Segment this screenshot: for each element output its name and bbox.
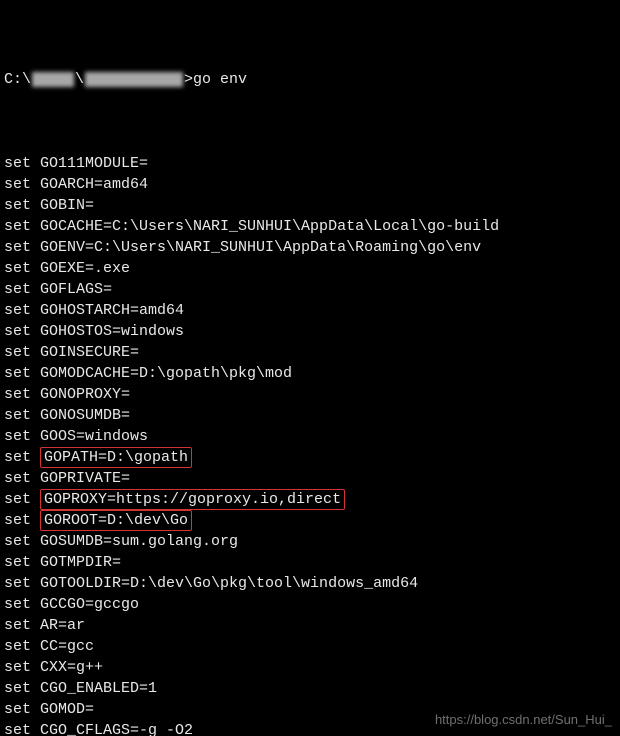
env-set-keyword: set: [4, 281, 40, 298]
env-var-value: GO111MODULE=: [40, 155, 148, 172]
env-var-value: GOINSECURE=: [40, 344, 139, 361]
env-set-keyword: set: [4, 722, 40, 736]
env-set-keyword: set: [4, 533, 40, 550]
env-set-keyword: set: [4, 386, 40, 403]
env-line: set GONOSUMDB=: [4, 405, 616, 426]
redacted-segment: [85, 72, 183, 87]
redacted-segment: [32, 72, 74, 87]
env-line: set GOEXE=.exe: [4, 258, 616, 279]
env-set-keyword: set: [4, 260, 40, 277]
env-var-value-highlighted: GOROOT=D:\dev\Go: [40, 510, 192, 531]
env-line: set CXX=g++: [4, 657, 616, 678]
env-line: set GOTOOLDIR=D:\dev\Go\pkg\tool\windows…: [4, 573, 616, 594]
env-line: set GOSUMDB=sum.golang.org: [4, 531, 616, 552]
env-set-keyword: set: [4, 701, 40, 718]
env-set-keyword: set: [4, 680, 40, 697]
env-set-keyword: set: [4, 344, 40, 361]
env-line: set GOPRIVATE=: [4, 468, 616, 489]
env-set-keyword: set: [4, 512, 40, 529]
env-set-keyword: set: [4, 638, 40, 655]
env-line: set GO111MODULE=: [4, 153, 616, 174]
env-var-value: GOBIN=: [40, 197, 94, 214]
env-line: set GOHOSTOS=windows: [4, 321, 616, 342]
env-line: set AR=ar: [4, 615, 616, 636]
env-line: set CC=gcc: [4, 636, 616, 657]
env-set-keyword: set: [4, 617, 40, 634]
env-set-keyword: set: [4, 155, 40, 172]
env-var-value: AR=ar: [40, 617, 85, 634]
prompt-line: C:\ \ >go env: [4, 69, 616, 90]
env-line: set GOMOD=: [4, 699, 616, 720]
env-output: set GO111MODULE=set GOARCH=amd64set GOBI…: [4, 153, 616, 736]
env-var-value-highlighted: GOPATH=D:\gopath: [40, 447, 192, 468]
env-line: set GOINSECURE=: [4, 342, 616, 363]
env-line: set CGO_ENABLED=1: [4, 678, 616, 699]
env-var-value: CGO_ENABLED=1: [40, 680, 157, 697]
env-var-value: GOOS=windows: [40, 428, 148, 445]
env-set-keyword: set: [4, 302, 40, 319]
env-var-value: GOARCH=amd64: [40, 176, 148, 193]
env-line: set GOMODCACHE=D:\gopath\pkg\mod: [4, 363, 616, 384]
env-line: set GOROOT=D:\dev\Go: [4, 510, 616, 531]
env-line: set GOFLAGS=: [4, 279, 616, 300]
env-line: set GOPATH=D:\gopath: [4, 447, 616, 468]
env-set-keyword: set: [4, 365, 40, 382]
env-line: set CGO_CFLAGS=-g -O2: [4, 720, 616, 736]
env-var-value: GOHOSTOS=windows: [40, 323, 184, 340]
env-var-value: CGO_CFLAGS=-g -O2: [40, 722, 193, 736]
env-var-value: GOTMPDIR=: [40, 554, 121, 571]
env-line: set GOBIN=: [4, 195, 616, 216]
env-var-value: CXX=g++: [40, 659, 103, 676]
env-set-keyword: set: [4, 176, 40, 193]
env-var-value: GOPRIVATE=: [40, 470, 130, 487]
env-set-keyword: set: [4, 197, 40, 214]
env-var-value: GONOPROXY=: [40, 386, 130, 403]
env-line: set GOTMPDIR=: [4, 552, 616, 573]
env-set-keyword: set: [4, 323, 40, 340]
env-line: set GOOS=windows: [4, 426, 616, 447]
env-line: set GOPROXY=https://goproxy.io,direct: [4, 489, 616, 510]
prompt-prefix: C:\: [4, 69, 31, 90]
env-line: set GCCGO=gccgo: [4, 594, 616, 615]
env-line: set GOENV=C:\Users\NARI_SUNHUI\AppData\R…: [4, 237, 616, 258]
env-set-keyword: set: [4, 659, 40, 676]
env-var-value: GOMOD=: [40, 701, 94, 718]
env-set-keyword: set: [4, 596, 40, 613]
env-var-value: GONOSUMDB=: [40, 407, 130, 424]
env-set-keyword: set: [4, 470, 40, 487]
env-set-keyword: set: [4, 407, 40, 424]
env-var-value-highlighted: GOPROXY=https://goproxy.io,direct: [40, 489, 345, 510]
env-line: set GONOPROXY=: [4, 384, 616, 405]
prompt-suffix: >: [184, 69, 193, 90]
env-var-value: GOFLAGS=: [40, 281, 112, 298]
env-line: set GOARCH=amd64: [4, 174, 616, 195]
env-var-value: GOEXE=.exe: [40, 260, 130, 277]
terminal-window[interactable]: C:\\>go env set GO111MODULE=set GOARCH=a…: [0, 0, 620, 736]
env-line: set GOCACHE=C:\Users\NARI_SUNHUI\AppData…: [4, 216, 616, 237]
env-set-keyword: set: [4, 218, 40, 235]
env-var-value: GOENV=C:\Users\NARI_SUNHUI\AppData\Roami…: [40, 239, 481, 256]
env-set-keyword: set: [4, 554, 40, 571]
env-var-value: GOMODCACHE=D:\gopath\pkg\mod: [40, 365, 292, 382]
env-var-value: GCCGO=gccgo: [40, 596, 139, 613]
env-var-value: CC=gcc: [40, 638, 94, 655]
env-var-value: GOCACHE=C:\Users\NARI_SUNHUI\AppData\Loc…: [40, 218, 499, 235]
env-var-value: GOHOSTARCH=amd64: [40, 302, 184, 319]
env-set-keyword: set: [4, 575, 40, 592]
env-set-keyword: set: [4, 428, 40, 445]
env-set-keyword: set: [4, 449, 40, 466]
env-var-value: GOTOOLDIR=D:\dev\Go\pkg\tool\windows_amd…: [40, 575, 418, 592]
env-set-keyword: set: [4, 239, 40, 256]
command-text: go env: [193, 69, 247, 90]
path-sep: \: [75, 69, 84, 90]
env-set-keyword: set: [4, 491, 40, 508]
env-var-value: GOSUMDB=sum.golang.org: [40, 533, 238, 550]
env-line: set GOHOSTARCH=amd64: [4, 300, 616, 321]
